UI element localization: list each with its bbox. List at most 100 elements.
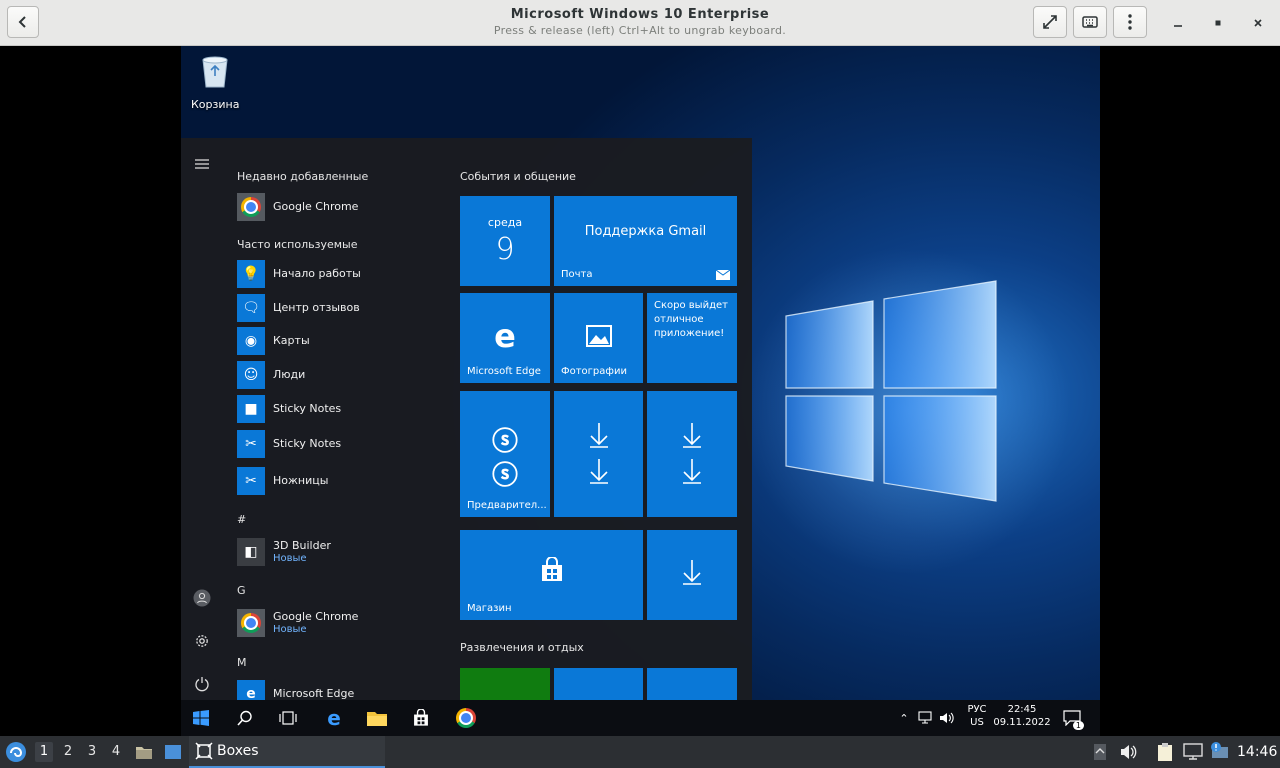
show-desktop-launcher[interactable] [164, 743, 182, 765]
people-icon: ☺ [237, 361, 265, 389]
download-tile-1[interactable] [554, 391, 643, 517]
photos-label: Фотографии [561, 366, 627, 377]
letter-header-hash[interactable]: # [237, 513, 246, 526]
workspace-1[interactable]: 1 [35, 742, 53, 762]
edge-tile[interactable]: e Microsoft Edge [460, 293, 550, 383]
skype-icon-2: ⓢ [491, 461, 518, 491]
close-icon [1254, 19, 1262, 27]
windows-taskbar: e ⌃ РУС US 22:45 09.11.2022 1 [181, 700, 1100, 736]
app-name: Sticky Notes [273, 402, 342, 415]
lightbulb-icon: 💡 [237, 260, 265, 288]
app-sticky-notes-2[interactable]: ✂ Sticky Notes [237, 430, 457, 458]
hamburger-menu-button[interactable] [191, 153, 213, 175]
user-account-button[interactable] [191, 587, 213, 609]
host-volume-icon[interactable] [1119, 743, 1137, 765]
minimize-button[interactable] [1167, 12, 1189, 34]
app-get-started[interactable]: 💡 Начало работы [237, 260, 457, 288]
app-name: Ножницы [273, 474, 329, 487]
download-tile-2[interactable] [647, 391, 737, 517]
app-new-badge: Новые [273, 624, 307, 635]
mail-tile[interactable]: Поддержка Gmail Почта [554, 196, 737, 286]
hamburger-icon [195, 159, 209, 169]
win-time: 22:45 [1007, 704, 1037, 715]
store-tile[interactable]: Магазин [460, 530, 643, 620]
letter-header-m[interactable]: M [237, 656, 247, 669]
app-name: Sticky Notes [273, 437, 342, 450]
workspace-3[interactable]: 3 [83, 744, 101, 759]
app-people[interactable]: ☺ Люди [237, 361, 457, 389]
app-name: Центр отзывов [273, 301, 360, 314]
power-button[interactable] [191, 673, 213, 695]
coming-soon-tile[interactable]: Скоро выйдет отличное приложение! [647, 293, 737, 383]
file-manager-icon [136, 747, 152, 759]
windows-wallpaper-logo [785, 280, 997, 502]
store-taskbar-button[interactable] [409, 706, 433, 730]
network-icon[interactable] [917, 706, 935, 730]
mail-label: Почта [561, 269, 593, 280]
map-pin-icon: ◉ [237, 327, 265, 355]
clipboard-icon[interactable] [1156, 742, 1174, 766]
recycle-bin[interactable]: Корзина [191, 54, 239, 111]
task-view-button[interactable] [276, 706, 300, 730]
workspace-4[interactable]: 4 [107, 744, 125, 759]
action-center-button[interactable]: 1 [1060, 706, 1084, 730]
close-button[interactable] [1247, 12, 1269, 34]
calendar-day: среда [487, 216, 523, 229]
app-feedback-hub[interactable]: 🗨 Центр отзывов [237, 294, 457, 322]
host-network-icon[interactable] [1183, 743, 1203, 765]
edge-taskbar-icon[interactable]: e [322, 706, 346, 730]
app-sticky-notes[interactable]: ■ Sticky Notes [237, 395, 457, 423]
app-name: Карты [273, 334, 310, 347]
chrome-icon [237, 609, 265, 637]
power-icon [195, 677, 209, 692]
app-new-badge: Новые [273, 553, 307, 564]
host-panel: 1 2 3 4 Boxes 14:46 [0, 736, 1280, 768]
start-button[interactable] [189, 706, 213, 730]
taskbar-item-boxes[interactable]: Boxes [189, 736, 385, 768]
edge-icon: e [494, 317, 516, 355]
photos-icon [586, 325, 612, 347]
photos-tile[interactable]: Фотографии [554, 293, 643, 383]
app-name: Microsoft Edge [273, 687, 355, 700]
app-google-chrome[interactable]: Google Chrome Новые [237, 609, 457, 637]
win-clock[interactable]: 22:45 09.11.2022 [993, 704, 1051, 728]
volume-icon[interactable] [938, 706, 956, 730]
search-button[interactable] [233, 706, 257, 730]
file-manager-launcher[interactable] [135, 743, 153, 765]
tiles-group-title: События и общение [460, 170, 576, 183]
workspace-2[interactable]: 2 [59, 744, 77, 759]
tray-arrow-up-icon[interactable] [1093, 743, 1107, 765]
language-indicator[interactable]: РУС US [963, 704, 991, 728]
lang-bottom: US [970, 717, 984, 728]
fullscreen-button[interactable] [1033, 6, 1067, 38]
tray-chevron-up-icon[interactable]: ⌃ [897, 706, 911, 730]
store-label: Магазин [467, 603, 512, 614]
app-name: Начало работы [273, 267, 361, 280]
app-snipping-tool[interactable]: ✂ Ножницы [237, 467, 457, 495]
letter-header-g[interactable]: G [237, 584, 246, 597]
host-clock[interactable]: 14:46 [1237, 744, 1277, 760]
file-explorer-button[interactable] [365, 706, 389, 730]
edge-label: Microsoft Edge [467, 366, 541, 377]
3d-builder-icon: ◧ [237, 538, 265, 566]
vm-display[interactable]: Корзина Недавно добавленные Google Chrom… [181, 46, 1100, 736]
menu-button[interactable] [1113, 6, 1147, 38]
fullscreen-icon [1043, 15, 1057, 29]
download-icon [683, 560, 701, 585]
app-google-chrome-recent[interactable]: Google Chrome [237, 193, 457, 221]
chrome-taskbar-button[interactable] [454, 706, 478, 730]
win-date: 09.11.2022 [993, 717, 1051, 728]
skype-tile[interactable]: ⓢ ⓢ Предварител... [460, 391, 550, 517]
update-notification-icon[interactable] [1209, 741, 1229, 765]
settings-button[interactable] [191, 630, 213, 652]
folder-icon [367, 712, 387, 726]
maximize-button[interactable] [1207, 12, 1229, 34]
app-launcher-button[interactable] [5, 741, 27, 763]
recycle-bin-label: Корзина [191, 98, 240, 111]
calendar-tile[interactable]: среда 9 [460, 196, 550, 286]
download-tile-3[interactable] [647, 530, 737, 620]
notification-count: 1 [1072, 721, 1084, 730]
app-maps[interactable]: ◉ Карты [237, 327, 457, 355]
app-3d-builder[interactable]: ◧ 3D Builder Новые [237, 538, 457, 566]
keyboard-button[interactable] [1073, 6, 1107, 38]
